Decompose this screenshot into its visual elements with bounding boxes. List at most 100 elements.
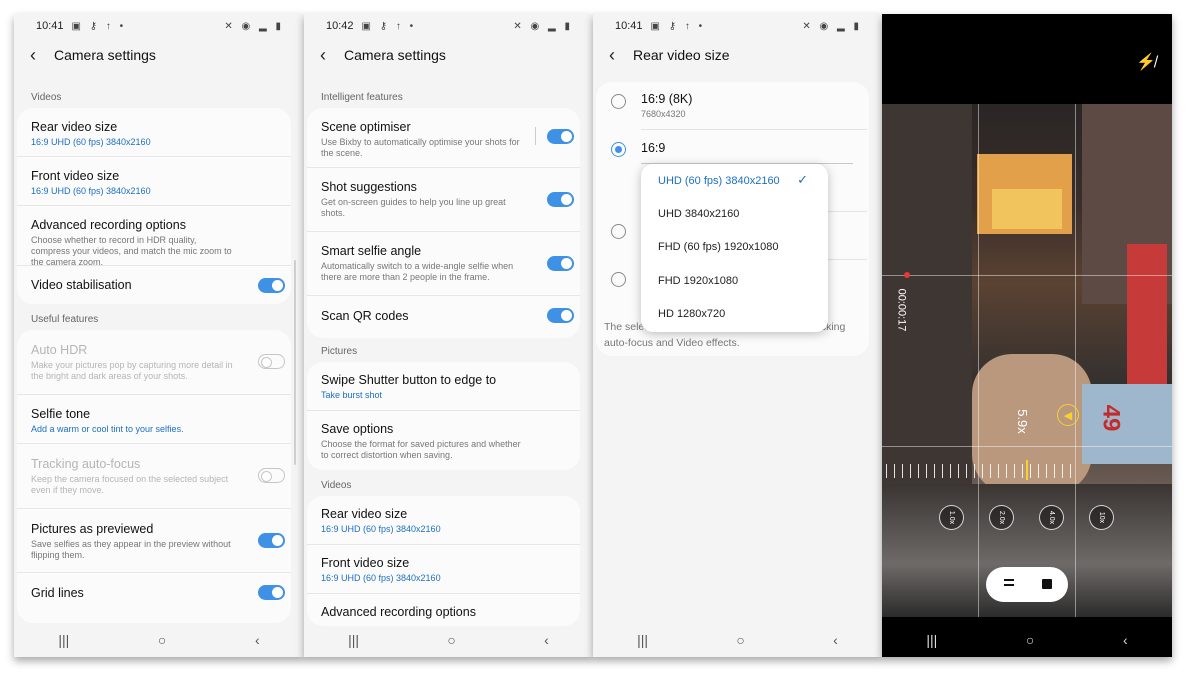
- zoom-slider-handle[interactable]: [1026, 460, 1028, 480]
- camera-viewfinder[interactable]: 49 00:00:17 5.9x ◀ 1.0x 2.0x 4.0x 10x: [882, 104, 1172, 617]
- back-arrow-icon[interactable]: ‹: [30, 45, 54, 66]
- resolution-dropdown-menu: UHD (60 fps) 3840x2160 ✓ UHD 3840x2160 F…: [641, 164, 828, 332]
- rear-video-size-item[interactable]: Rear video size 16:9 UHD (60 fps) 3840x2…: [307, 496, 580, 545]
- item-title: Scan QR codes: [321, 309, 409, 323]
- video-stabilisation-toggle[interactable]: [258, 278, 285, 293]
- smart-selfie-angle-toggle[interactable]: [547, 256, 574, 271]
- status-bar: 10:42 ▣ ⚷ ↑ • ✕ ◉ ▂ ▮: [304, 14, 593, 38]
- zoom-button-2x[interactable]: 2.0x: [989, 505, 1014, 530]
- recording-controls: [986, 567, 1068, 602]
- home-icon[interactable]: ○: [736, 632, 744, 648]
- grid-line: [882, 446, 1172, 447]
- divider: [535, 127, 536, 145]
- shot-suggestions-toggle[interactable]: [547, 192, 574, 207]
- item-title: Shot suggestions: [321, 180, 417, 194]
- swipe-shutter-item[interactable]: Swipe Shutter button to edge to Take bur…: [307, 362, 580, 411]
- pictures-as-previewed-item[interactable]: Pictures as previewed Save selfies as th…: [17, 509, 291, 573]
- radio-option-3[interactable]: [611, 224, 626, 239]
- pause-button[interactable]: [1004, 579, 1014, 581]
- recent-apps-icon[interactable]: |||: [348, 632, 359, 648]
- phone-screen-camera-settings-1: 10:41 ▣ ⚷ ↑ • ✕ ◉ ▂ ▮ ‹ Camera settings …: [14, 14, 304, 657]
- app-bar: ‹ Camera settings: [304, 40, 593, 70]
- page-title: Rear video size: [633, 47, 730, 63]
- item-title: Auto HDR: [31, 343, 88, 357]
- zoom-slider-ticks[interactable]: [886, 464, 1072, 478]
- scrollbar[interactable]: [294, 260, 296, 465]
- pictures-as-previewed-toggle[interactable]: [258, 533, 285, 548]
- front-video-size-item[interactable]: Front video size 16:9 UHD (60 fps) 3840x…: [17, 157, 291, 206]
- zoom-button-1x[interactable]: 1.0x: [939, 505, 964, 530]
- divider: [641, 129, 867, 130]
- selfie-tone-item[interactable]: Selfie tone Add a warm or cool tint to y…: [17, 395, 291, 444]
- dropdown-option-uhd-60[interactable]: UHD (60 fps) 3840x2160: [658, 175, 780, 187]
- zoom-level-label: 5.9x: [1014, 409, 1030, 434]
- stop-button[interactable]: [1042, 579, 1052, 589]
- advanced-recording-options-item[interactable]: Advanced recording options: [307, 594, 580, 626]
- rear-video-size-item[interactable]: Rear video size 16:9 UHD (60 fps) 3840x2…: [17, 108, 291, 157]
- navigation-bar: ||| ○ ‹: [882, 623, 1172, 657]
- back-icon[interactable]: ‹: [833, 632, 838, 648]
- flash-off-icon[interactable]: ⚡̸: [1136, 52, 1156, 72]
- status-notification-icons: ▣ ⚷ ↑ •: [361, 20, 417, 32]
- item-value: 16:9 UHD (60 fps) 3840x2160: [31, 186, 151, 196]
- dropdown-option-uhd[interactable]: UHD 3840x2160: [658, 208, 739, 220]
- recent-apps-icon[interactable]: |||: [58, 632, 69, 648]
- scan-qr-codes-item[interactable]: Scan QR codes: [307, 296, 580, 336]
- dropdown-option-hd[interactable]: HD 1280x720: [658, 308, 725, 320]
- home-icon[interactable]: ○: [447, 632, 455, 648]
- checkmark-icon: ✓: [797, 172, 808, 187]
- scan-qr-codes-toggle[interactable]: [547, 308, 574, 323]
- option-resolution: 7680x4320: [641, 109, 686, 119]
- recent-apps-icon[interactable]: |||: [637, 632, 648, 648]
- back-arrow-icon[interactable]: ‹: [609, 45, 633, 66]
- focus-target-icon[interactable]: ◀: [1057, 404, 1079, 426]
- status-time: 10:41: [36, 20, 64, 32]
- intelligent-features-card: Scene optimiser Use Bixby to automatical…: [307, 108, 580, 338]
- recording-timer: 00:00:17: [895, 288, 908, 332]
- home-icon[interactable]: ○: [158, 632, 166, 648]
- scene-optimiser-item[interactable]: Scene optimiser Use Bixby to automatical…: [307, 108, 580, 168]
- recent-apps-icon[interactable]: |||: [926, 632, 937, 648]
- zoom-button-10x[interactable]: 10x: [1089, 505, 1114, 530]
- zoom-button-4x[interactable]: 4.0x: [1039, 505, 1064, 530]
- video-stabilisation-item[interactable]: Video stabilisation: [17, 266, 291, 304]
- front-video-size-item[interactable]: Front video size 16:9 UHD (60 fps) 3840x…: [307, 545, 580, 594]
- radio-8k[interactable]: [611, 94, 626, 109]
- scene-optimiser-toggle[interactable]: [547, 129, 574, 144]
- status-notification-icons: ▣ ⚷ ↑ •: [650, 20, 706, 32]
- videos-card: Rear video size 16:9 UHD (60 fps) 3840x2…: [307, 496, 580, 626]
- item-title: Smart selfie angle: [321, 244, 422, 258]
- navigation-bar: ||| ○ ‹: [593, 623, 882, 657]
- grid-lines-item[interactable]: Grid lines: [17, 573, 291, 613]
- dropdown-option-fhd[interactable]: FHD 1920x1080: [658, 275, 738, 287]
- smart-selfie-angle-item[interactable]: Smart selfie angle Automatically switch …: [307, 232, 580, 296]
- page-title: Camera settings: [54, 47, 156, 63]
- back-icon[interactable]: ‹: [1123, 632, 1128, 648]
- auto-hdr-item: Auto HDR Make your pictures pop by captu…: [17, 330, 291, 395]
- advanced-recording-options-item[interactable]: Advanced recording options Choose whethe…: [17, 206, 291, 267]
- item-title: Selfie tone: [31, 407, 91, 421]
- option-16-9[interactable]: 16:9: [641, 141, 665, 155]
- scene-sign-number: 49: [1097, 404, 1125, 432]
- home-icon[interactable]: ○: [1026, 632, 1034, 648]
- shot-suggestions-item[interactable]: Shot suggestions Get on-screen guides to…: [307, 168, 580, 232]
- section-header-videos: Videos: [321, 480, 352, 491]
- radio-16-9[interactable]: [611, 142, 626, 157]
- back-icon[interactable]: ‹: [255, 632, 260, 648]
- item-title: Grid lines: [31, 586, 84, 600]
- option-8k[interactable]: 16:9 (8K) 7680x4320: [641, 92, 692, 119]
- item-title: Save options: [321, 422, 394, 436]
- grid-line: [1075, 104, 1076, 617]
- save-options-item[interactable]: Save options Choose the format for saved…: [307, 411, 580, 470]
- back-arrow-icon[interactable]: ‹: [320, 45, 344, 66]
- item-value: Take burst shot: [321, 390, 383, 400]
- grid-line: [882, 275, 1172, 276]
- item-title: Advanced recording options: [321, 605, 476, 619]
- back-icon[interactable]: ‹: [544, 632, 549, 648]
- grid-lines-toggle[interactable]: [258, 585, 285, 600]
- radio-option-4[interactable]: [611, 272, 626, 287]
- item-title: Front video size: [321, 556, 410, 570]
- dropdown-option-fhd-60[interactable]: FHD (60 fps) 1920x1080: [658, 241, 778, 253]
- item-title: Rear video size: [321, 507, 408, 521]
- item-description: Use Bixby to automatically optimise your…: [321, 137, 520, 158]
